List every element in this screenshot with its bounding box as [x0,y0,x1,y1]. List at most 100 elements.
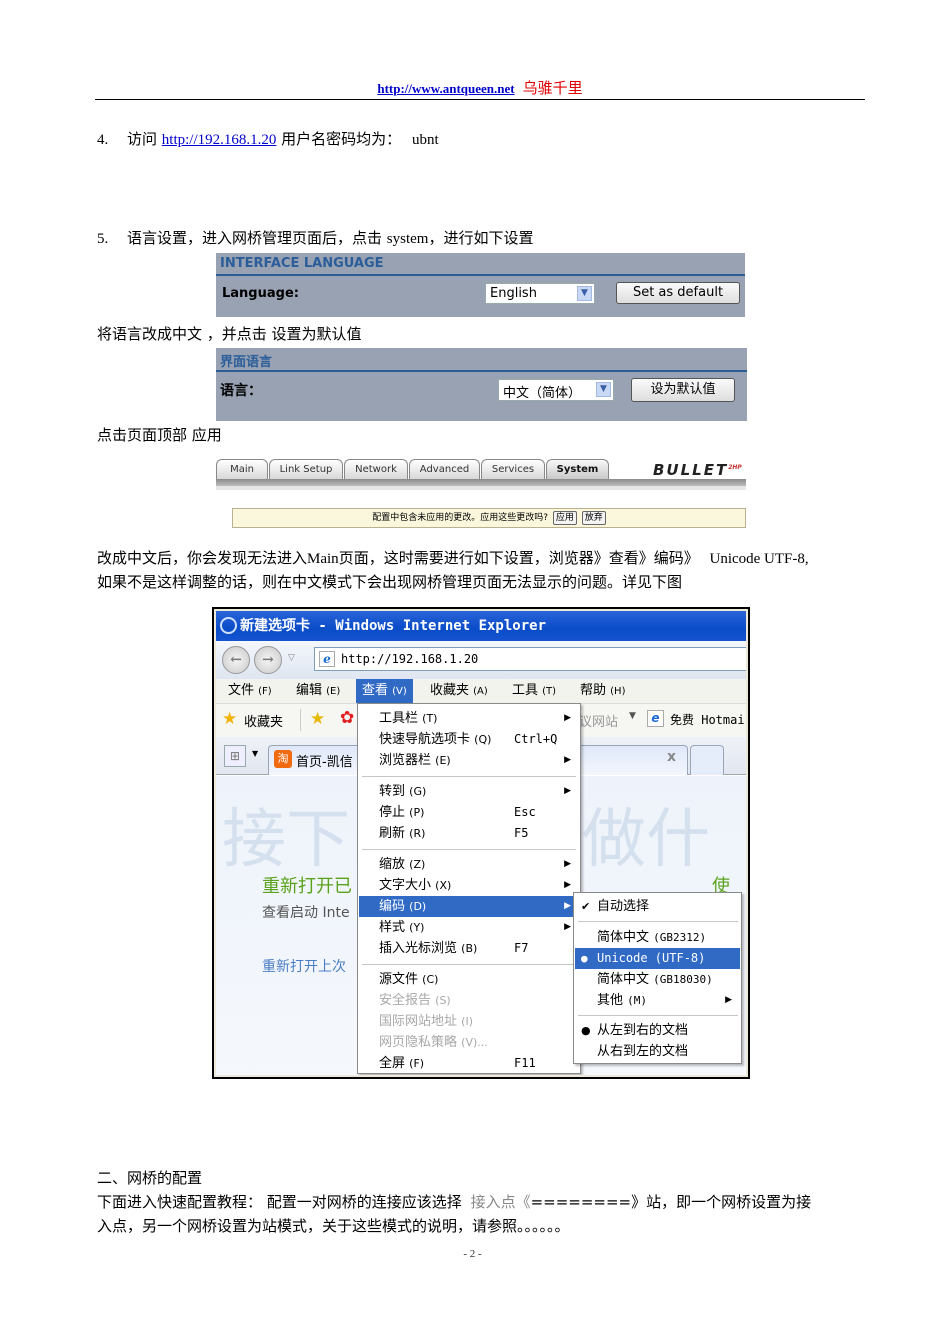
view-menu-item[interactable]: 停止 (P) Esc [359,802,579,823]
submenu-arrow-icon: ▶ [564,713,571,723]
encoding-item-gb18030[interactable]: 简体中文 (GB18030) [575,969,740,990]
page-icon: e [319,651,335,667]
reopen-closed-tabs-link[interactable]: 重新打开已 [262,872,352,898]
step-5: 5. 语言设置，进入网桥管理页面后，点击 system，进行如下设置 [97,226,533,251]
submenu-arrow-icon: ▶ [564,901,571,911]
quick-tabs-icon[interactable]: ⊞ [224,745,246,767]
taobao-icon: 淘 [274,750,292,768]
menu-separator [362,964,576,965]
instruction-change-lang: 将语言改成中文 ，并点击 设置为默认值 [97,325,362,343]
view-menu-item[interactable]: 转到 (G) ▶ [359,781,579,802]
encoding-item-other[interactable]: 其他 (M) ▶ [575,990,740,1011]
tab-system[interactable]: System [546,459,609,479]
logo-text: BULLET [653,461,729,479]
router-link[interactable]: http://192.168.1.20 [162,132,277,148]
page-header: http://www.antqueen.net 乌骓千里 [95,78,865,99]
history-dropdown-icon[interactable]: ▽ [288,653,295,663]
tab-services[interactable]: Services [481,459,545,479]
back-button[interactable]: ← [222,646,250,674]
apply-button[interactable]: 应用 [552,511,577,525]
language-label: 语言： [220,383,262,399]
menu-edit[interactable]: 编辑 (E) [290,679,346,703]
tab-network[interactable]: Network [344,459,408,479]
forward-button[interactable]: → [254,646,282,674]
favorites-star-icon: ★ [222,709,238,729]
set-default-button[interactable]: 设为默认值 [631,378,735,402]
logo-sup: 2HP [728,464,742,471]
tab-link-setup[interactable]: Link Setup [269,459,343,479]
radio-dot-icon: ● [581,952,588,965]
section-highlight: 接入点《 [470,1193,531,1211]
step-text: ，进行如下设置 [428,229,534,247]
submenu-arrow-icon: ▶ [564,786,571,796]
view-menu-item-disabled: 网页隐私策略 (V)... [379,1035,488,1050]
encoding-item-gb2312[interactable]: 简体中文 (GB2312) [575,927,740,948]
window-title: 新建选项卡 - Windows Internet Explorer [240,618,547,634]
section-2-line-1: 下面进入快速配置教程： 配置一对网桥的连接应该选择 接入点《========》站… [97,1190,811,1214]
interface-language-panel-en: INTERFACE LANGUAGE Language: English ▼ S… [216,253,745,317]
suggested-sites[interactable]: 议网站 [579,711,618,730]
view-menu-item[interactable]: 样式 (Y) ▶ [359,917,579,938]
tab-list-dropdown-icon[interactable]: ▼ [252,749,258,758]
view-menu-item[interactable]: 文字大小 (X) ▶ [359,875,579,896]
select-value: English [490,286,537,301]
address-input[interactable]: e http://192.168.1.20 [314,647,746,671]
view-menu-item[interactable]: 快速导航选项卡 (Q) Ctrl+Q [359,729,579,750]
menu-view[interactable]: 查看 (V) [356,679,413,703]
step-number: 5. [97,231,109,247]
section-2-line-2: 入点，另一个网桥设置为站模式，关于这些模式的说明，请参照。。。。。。 [97,1217,570,1235]
bullet-nav-screenshot: Main Link Setup Network Advanced Service… [216,457,746,534]
view-menu-item[interactable]: 源文件 (C) [359,969,579,990]
tab-close-icon[interactable]: x [667,749,676,765]
menu-separator [578,1015,738,1016]
reopen-last-session-link[interactable]: 重新打开上次 [262,956,346,976]
add-favorite-icon[interactable]: ★ [310,709,325,729]
dropdown-arrow-icon[interactable]: ▼ [629,711,636,721]
nav-bar-shadow [216,486,746,490]
language-label: Language: [222,286,299,301]
view-menu-item[interactable]: 插入光标浏览 (B) F7 [359,938,579,959]
view-menu-item-encoding[interactable]: 编码 (D) ▶ [359,896,579,917]
set-default-button[interactable]: Set as default [616,282,740,304]
menu-file[interactable]: 文件 (F) [222,679,278,703]
language-select[interactable]: English ▼ [485,283,595,304]
credential: ubnt [411,132,439,148]
ie-address-bar: ← → ▽ e http://192.168.1.20 [216,641,746,679]
red-app-icon[interactable]: ✿ [340,708,354,728]
tab-advanced[interactable]: Advanced [409,459,480,479]
check-icon: ✔ [581,900,591,913]
menu-separator [578,921,738,922]
encoding-item-rtl[interactable]: 从右到左的文档 [575,1041,740,1062]
discard-button[interactable]: 放弃 [581,511,606,525]
notice-text: 配置中包含未应用的更改。应用这些更改吗? [372,513,548,523]
explain-line-2: 如果不是这样调整的话，则在中文模式下会出现网桥管理页面无法显示的问题。详见下图 [97,573,683,591]
divider [300,709,301,731]
view-menu-item[interactable]: 工具栏 (T) ▶ [359,708,579,729]
favorites-button[interactable]: 收藏夹 [244,711,283,730]
language-select[interactable]: 中文（简体） ▼ [498,379,614,401]
view-menu-item[interactable]: 全屏 (F) F11 [359,1053,579,1074]
view-menu-item[interactable]: 刷新 (R) F5 [359,823,579,844]
panel-title: INTERFACE LANGUAGE [216,253,745,276]
chevron-down-icon: ▼ [596,382,611,397]
menu-tools[interactable]: 工具 (T) [506,679,562,703]
menu-help[interactable]: 帮助 (H) [574,679,631,703]
view-menu-item[interactable]: 浏览器栏 (E) ▶ [359,750,579,771]
interface-language-panel-cn: 界面语言 语言： 中文（简体） ▼ 设为默认值 [216,348,747,421]
ie-logo-icon [220,617,237,634]
encoding-item-ltr[interactable]: ● 从左到右的文档 [575,1020,740,1041]
header-brand: 乌骓千里 [522,79,583,97]
encoding-item-utf8[interactable]: ● Unicode (UTF-8) [575,948,740,969]
section-2-heading: 二、网桥的配置 [97,1169,203,1187]
header-link[interactable]: http://www.antqueen.net [377,81,514,96]
encoding-submenu: ✔ 自动选择 简体中文 (GB2312) ● Unicode (UTF-8) 简体中… [573,892,742,1064]
menu-favorites[interactable]: 收藏夹 (A) [424,679,494,703]
hotmail-link[interactable]: 免费 Hotmai [670,711,745,728]
view-menu-item[interactable]: 缩放 (Z) ▶ [359,854,579,875]
bullet-logo: BULLET2HP [653,461,742,479]
encoding-item-auto[interactable]: ✔ 自动选择 [575,896,740,917]
tab-main[interactable]: Main [216,459,268,479]
section-text: 下面进入快速配置教程： 配置一对网桥的连接应该选择 [97,1193,462,1211]
explain-text: 改成中文后，你会发现无法进入 [97,549,308,567]
new-tab-button[interactable] [690,745,724,775]
